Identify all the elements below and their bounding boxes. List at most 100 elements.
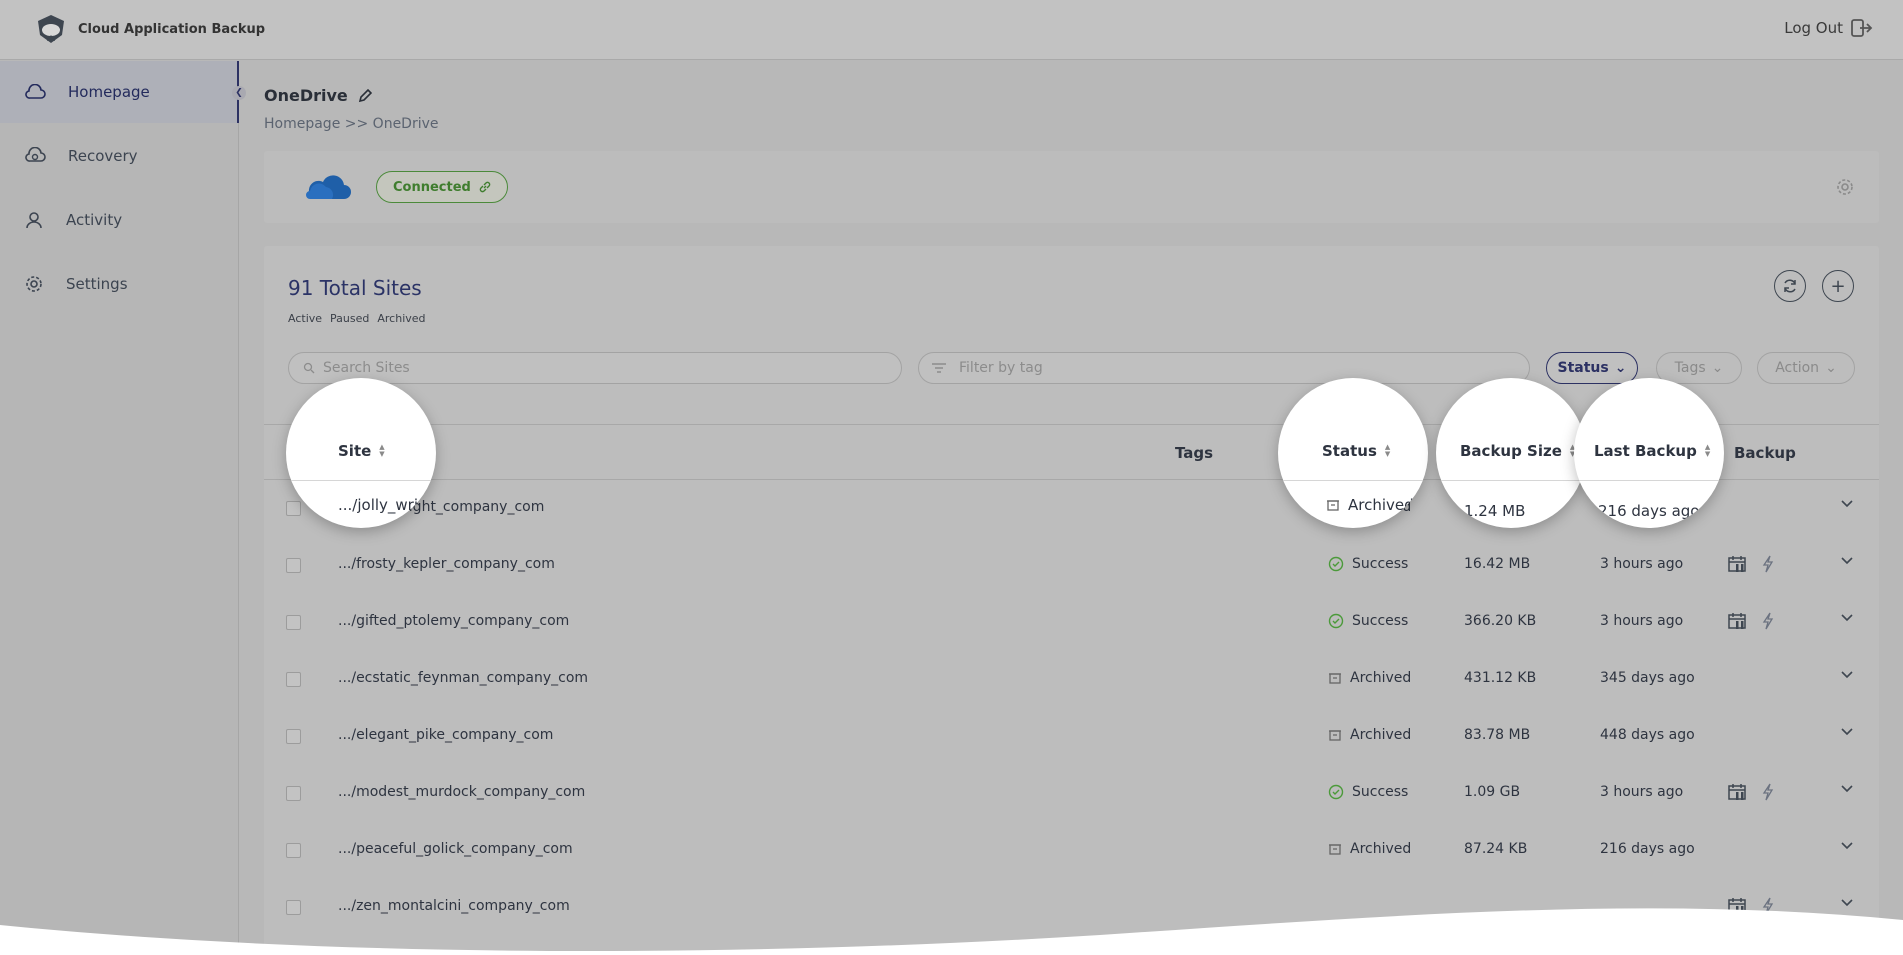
site-name[interactable]: .../frosty_kepler_company_com — [338, 556, 555, 572]
site-name[interactable]: .../ecstatic_feynman_company_com — [338, 670, 588, 686]
spotlight-site-label: Site ▲ ▼ — [338, 442, 385, 460]
chevron-down-icon[interactable] — [1840, 724, 1854, 738]
row-checkbox[interactable] — [286, 786, 301, 801]
pencil-icon[interactable] — [358, 88, 372, 103]
tags-dropdown[interactable]: Tags ⌄ — [1656, 352, 1742, 384]
chevron-down-icon[interactable] — [1840, 838, 1854, 852]
brand[interactable]: Cloud Application Backup — [34, 13, 265, 45]
site-name[interactable]: .../gifted_ptolemy_company_com — [338, 613, 569, 629]
row-checkbox[interactable] — [286, 558, 301, 573]
connected-badge[interactable]: Connected — [376, 171, 508, 203]
site-name[interactable]: .../modest_murdock_company_com — [338, 784, 585, 800]
status-text: Archived — [1350, 841, 1412, 857]
chevron-down-icon[interactable] — [1840, 610, 1854, 624]
gear-icon — [26, 276, 42, 292]
search-input[interactable]: Search Sites — [288, 352, 902, 384]
table-row[interactable]: .../modest_murdock_company_com Success 1… — [264, 765, 1879, 822]
row-checkbox[interactable] — [286, 501, 301, 516]
spotlight-site-text: Site — [338, 442, 372, 460]
spotlight-status-label: Status ▲ ▼ — [1322, 442, 1390, 460]
sidebar-item-homepage[interactable]: Homepage — [0, 61, 239, 123]
chevron-down-icon[interactable] — [1840, 553, 1854, 567]
status-dropdown[interactable]: Status ⌄ — [1546, 352, 1638, 384]
chevron-down-icon[interactable] — [1840, 496, 1854, 510]
schedule-pause-icon[interactable] — [1728, 612, 1748, 630]
lightning-icon[interactable] — [1762, 783, 1774, 801]
breadcrumb[interactable]: Homepage >> OneDrive — [264, 116, 439, 132]
archive-icon — [1329, 730, 1341, 741]
last-backup: 3 hours ago — [1600, 613, 1684, 629]
bottom-wave-decoration — [0, 908, 1903, 955]
status-text: Success — [1352, 784, 1409, 800]
sidebar-item-settings[interactable]: Settings — [0, 253, 239, 315]
filter-paused[interactable]: Paused — [330, 312, 369, 325]
table-row[interactable]: .../ecstatic_feynman_company_com Archive… — [264, 651, 1879, 708]
filter-by-tag-input[interactable]: Filter by tag — [918, 352, 1530, 384]
logout-icon — [1851, 19, 1873, 37]
spotlight-status-text: Status — [1322, 442, 1377, 460]
filter-active[interactable]: Active — [288, 312, 322, 325]
lightning-icon[interactable] — [1762, 555, 1774, 573]
connected-label: Connected — [393, 179, 471, 195]
sidebar-item-activity[interactable]: Activity — [0, 189, 239, 251]
row-checkbox[interactable] — [286, 843, 301, 858]
spotlight-last-backup-text: Last Backup — [1594, 442, 1697, 460]
table-row[interactable]: .../frosty_kepler_company_com Success 16… — [264, 537, 1879, 594]
site-name[interactable]: .../peaceful_golick_company_com — [338, 841, 573, 857]
tags-dropdown-label: Tags — [1674, 360, 1706, 376]
spotlight-last-backup-label: Last Backup ▲ ▼ — [1594, 442, 1710, 460]
status-cell: Archived — [1328, 670, 1411, 686]
status-cell: Archived — [1328, 841, 1411, 857]
row-checkbox[interactable] — [286, 729, 301, 744]
search-placeholder: Search Sites — [323, 360, 410, 376]
logout-button[interactable]: Log Out — [1784, 18, 1873, 38]
chevron-down-icon: ⌄ — [1614, 360, 1627, 376]
backup-size: 366.20 KB — [1464, 613, 1537, 629]
page-title: OneDrive — [264, 86, 372, 105]
sidebar-item-label: Activity — [66, 211, 123, 229]
site-column-spotlight: Site ▲▼ .../jolly_wright_company_com — [286, 378, 436, 528]
table-row[interactable]: .../gifted_ptolemy_company_com Success 3… — [264, 594, 1879, 651]
cloud-recovery-icon — [25, 147, 46, 162]
column-tags: Tags — [1175, 444, 1213, 462]
sidebar: Homepage Recovery Activity Settings — [0, 61, 239, 955]
check-circle-icon — [1328, 613, 1344, 629]
schedule-pause-icon[interactable] — [1728, 783, 1748, 801]
filter-archived[interactable]: Archived — [377, 312, 425, 325]
archive-icon — [1329, 673, 1341, 684]
lightning-icon[interactable] — [1762, 612, 1774, 630]
connection-card: Connected — [264, 151, 1879, 223]
shield-logo-icon — [38, 15, 64, 43]
spotlight-divider — [286, 480, 436, 481]
chevron-down-icon[interactable] — [1840, 781, 1854, 795]
sites-card: 91 Total Sites Active Paused Archived + … — [264, 246, 1879, 955]
backup-size: 83.78 MB — [1464, 727, 1531, 743]
sidebar-item-label: Homepage — [68, 83, 150, 101]
backup-size: 16.42 MB — [1464, 556, 1531, 572]
spotlight-backup-size-value: 1.24 MB — [1464, 502, 1526, 520]
sort-icon: ▲▼ — [379, 443, 385, 458]
table-row[interactable]: .../elegant_pike_company_com Archived 83… — [264, 708, 1879, 765]
check-circle-icon — [1328, 556, 1344, 572]
table-row[interactable]: .../peaceful_golick_company_com Archived… — [264, 822, 1879, 879]
site-name[interactable]: .../elegant_pike_company_com — [338, 727, 553, 743]
chevron-down-icon[interactable] — [1840, 667, 1854, 681]
add-site-button[interactable]: + — [1822, 270, 1854, 302]
sidebar-collapse-button[interactable]: ❮ — [232, 86, 246, 100]
row-checkbox[interactable] — [286, 615, 301, 630]
row-checkbox[interactable] — [286, 672, 301, 687]
sidebar-item-label: Recovery — [68, 147, 138, 165]
backup-actions — [1728, 555, 1774, 573]
spotlight-divider — [1574, 480, 1724, 481]
sidebar-item-recovery[interactable]: Recovery — [0, 125, 239, 187]
column-backup: Backup — [1734, 444, 1796, 462]
gear-icon[interactable] — [1835, 177, 1855, 197]
last-backup: 345 days ago — [1600, 670, 1695, 686]
last-backup: 3 hours ago — [1600, 784, 1684, 800]
refresh-button[interactable] — [1774, 270, 1806, 302]
action-dropdown[interactable]: Action ⌄ — [1757, 352, 1855, 384]
onedrive-logo-icon — [306, 175, 351, 199]
archive-icon — [1329, 844, 1341, 855]
link-icon — [479, 181, 491, 193]
schedule-pause-icon[interactable] — [1728, 555, 1748, 573]
